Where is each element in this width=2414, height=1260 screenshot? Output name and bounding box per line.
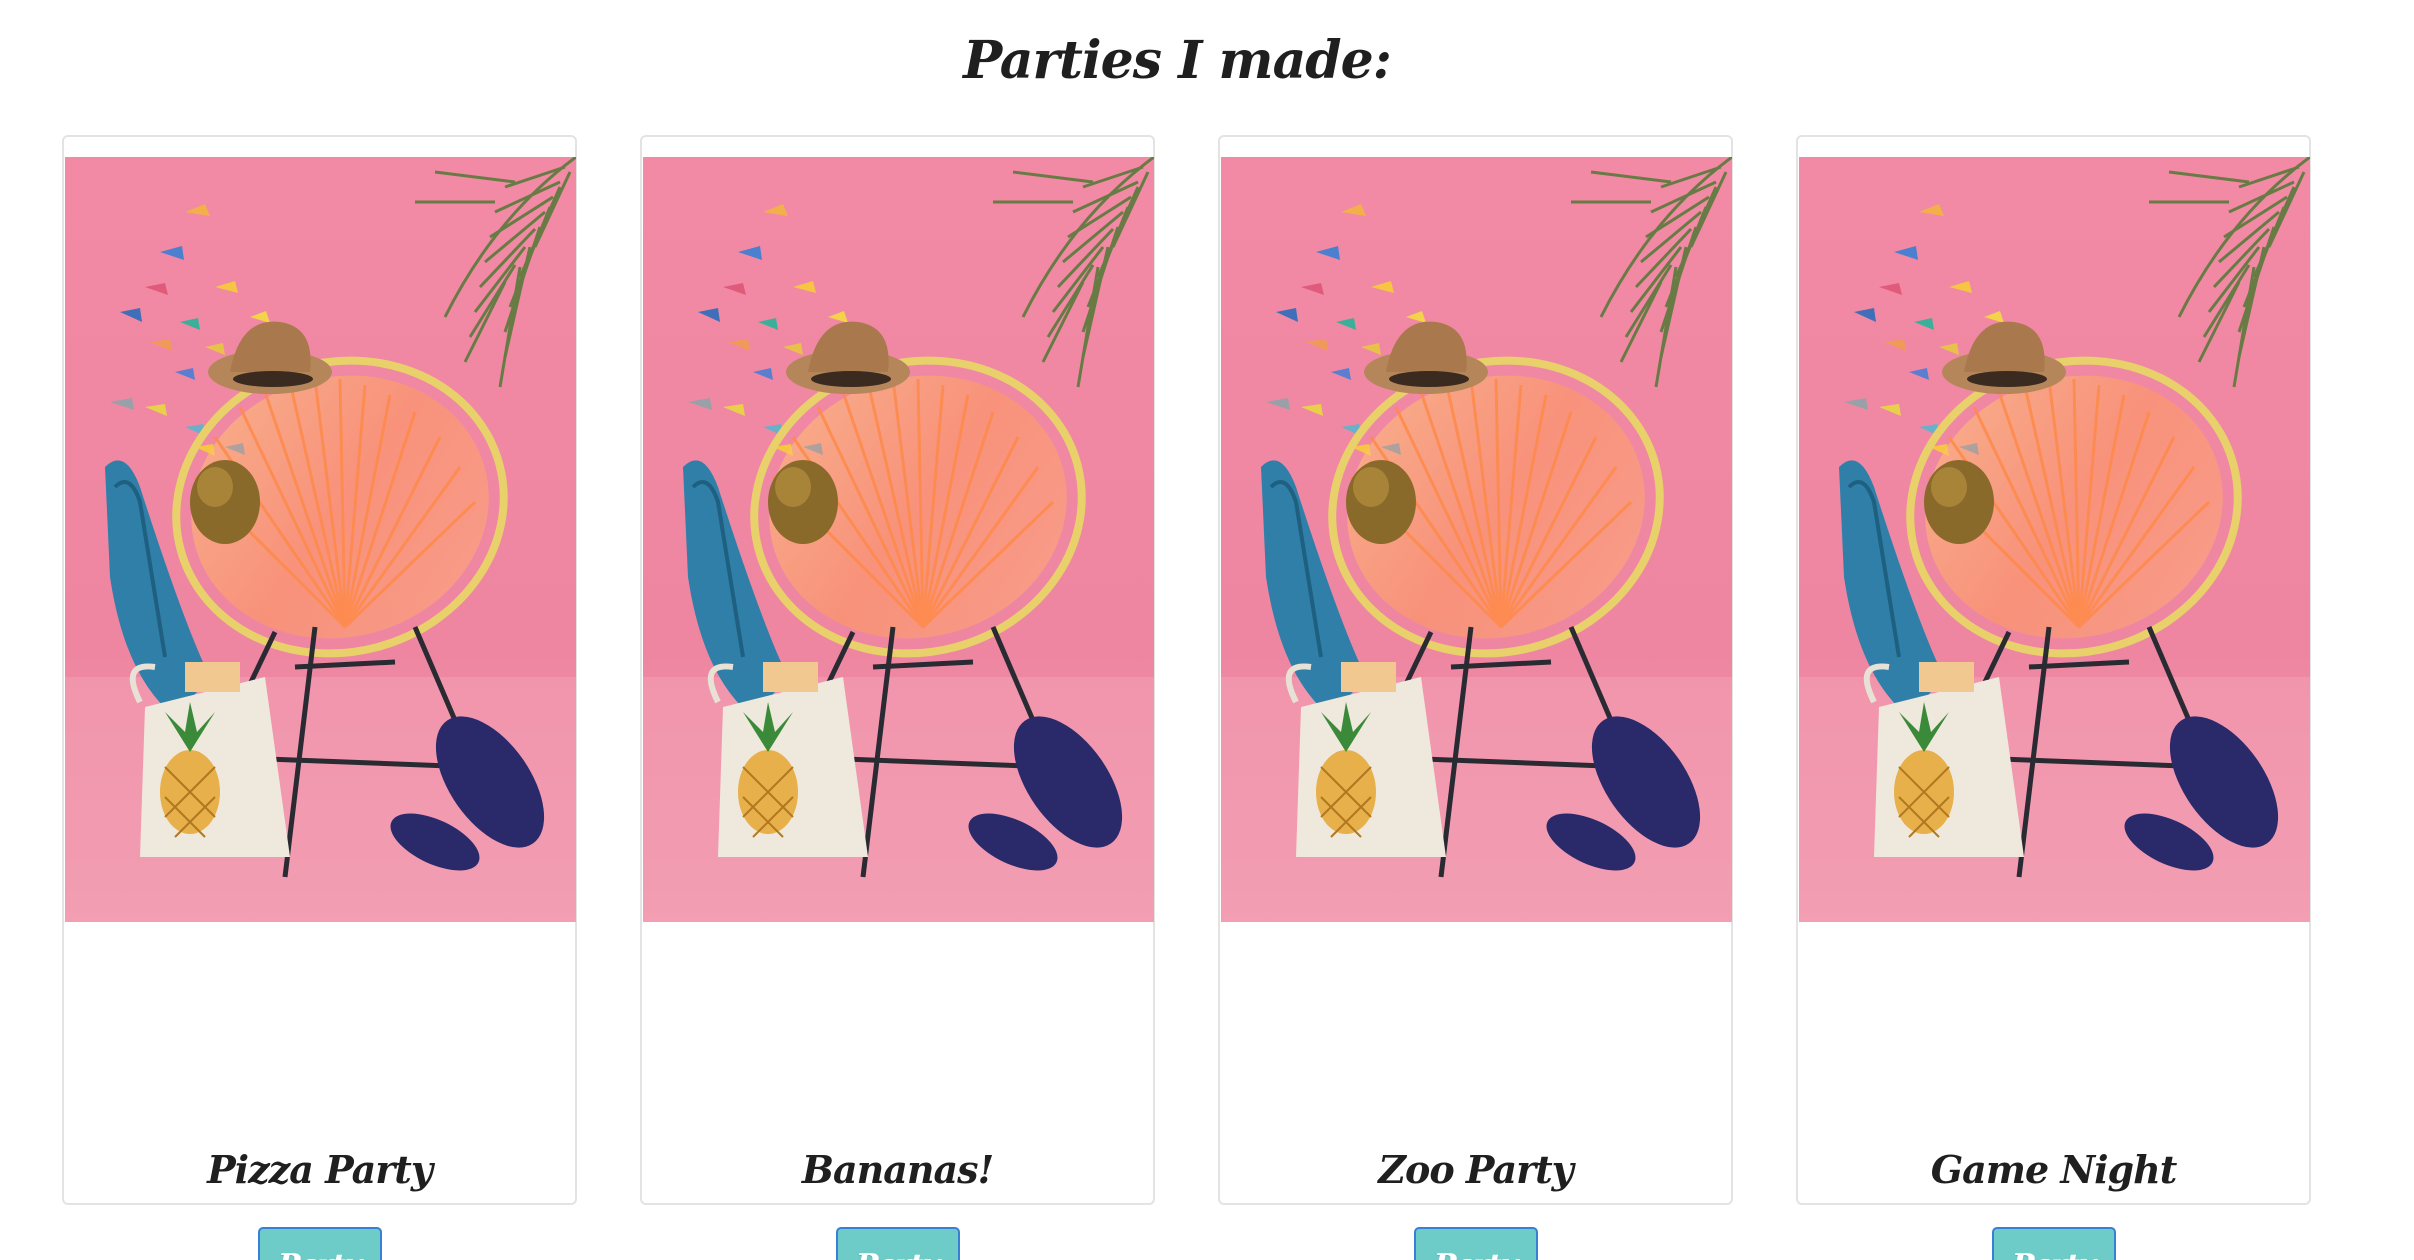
- party-card-image: [1799, 157, 2310, 922]
- page-title-text: Parties I made:: [963, 30, 1392, 91]
- party-button[interactable]: Party: [1991, 1227, 2116, 1260]
- party-card-image: [65, 157, 576, 922]
- party-card-image: [1221, 157, 1732, 922]
- party-card-bananas: Bananas! Party: [640, 135, 1155, 1260]
- page-title: Parties I made:: [0, 30, 2414, 91]
- party-card-pizza-party: Pizza Party Party: [62, 135, 577, 1260]
- party-button[interactable]: Party: [1413, 1227, 1538, 1260]
- party-card-title: Pizza Party: [207, 1147, 433, 1192]
- party-card-title: Game Night: [1930, 1147, 2178, 1192]
- party-card-game-night: Game Night Party: [1796, 135, 2311, 1260]
- party-card-image: [643, 157, 1154, 922]
- page: Parties I made: Pizza Party Party Banana…: [0, 0, 2414, 1260]
- party-button[interactable]: Party: [257, 1227, 382, 1260]
- party-card-title: Zoo Party: [1378, 1147, 1574, 1192]
- party-card-title: Bananas!: [801, 1147, 994, 1192]
- party-card-zoo-party: Zoo Party Party: [1218, 135, 1733, 1260]
- party-button[interactable]: Party: [835, 1227, 960, 1260]
